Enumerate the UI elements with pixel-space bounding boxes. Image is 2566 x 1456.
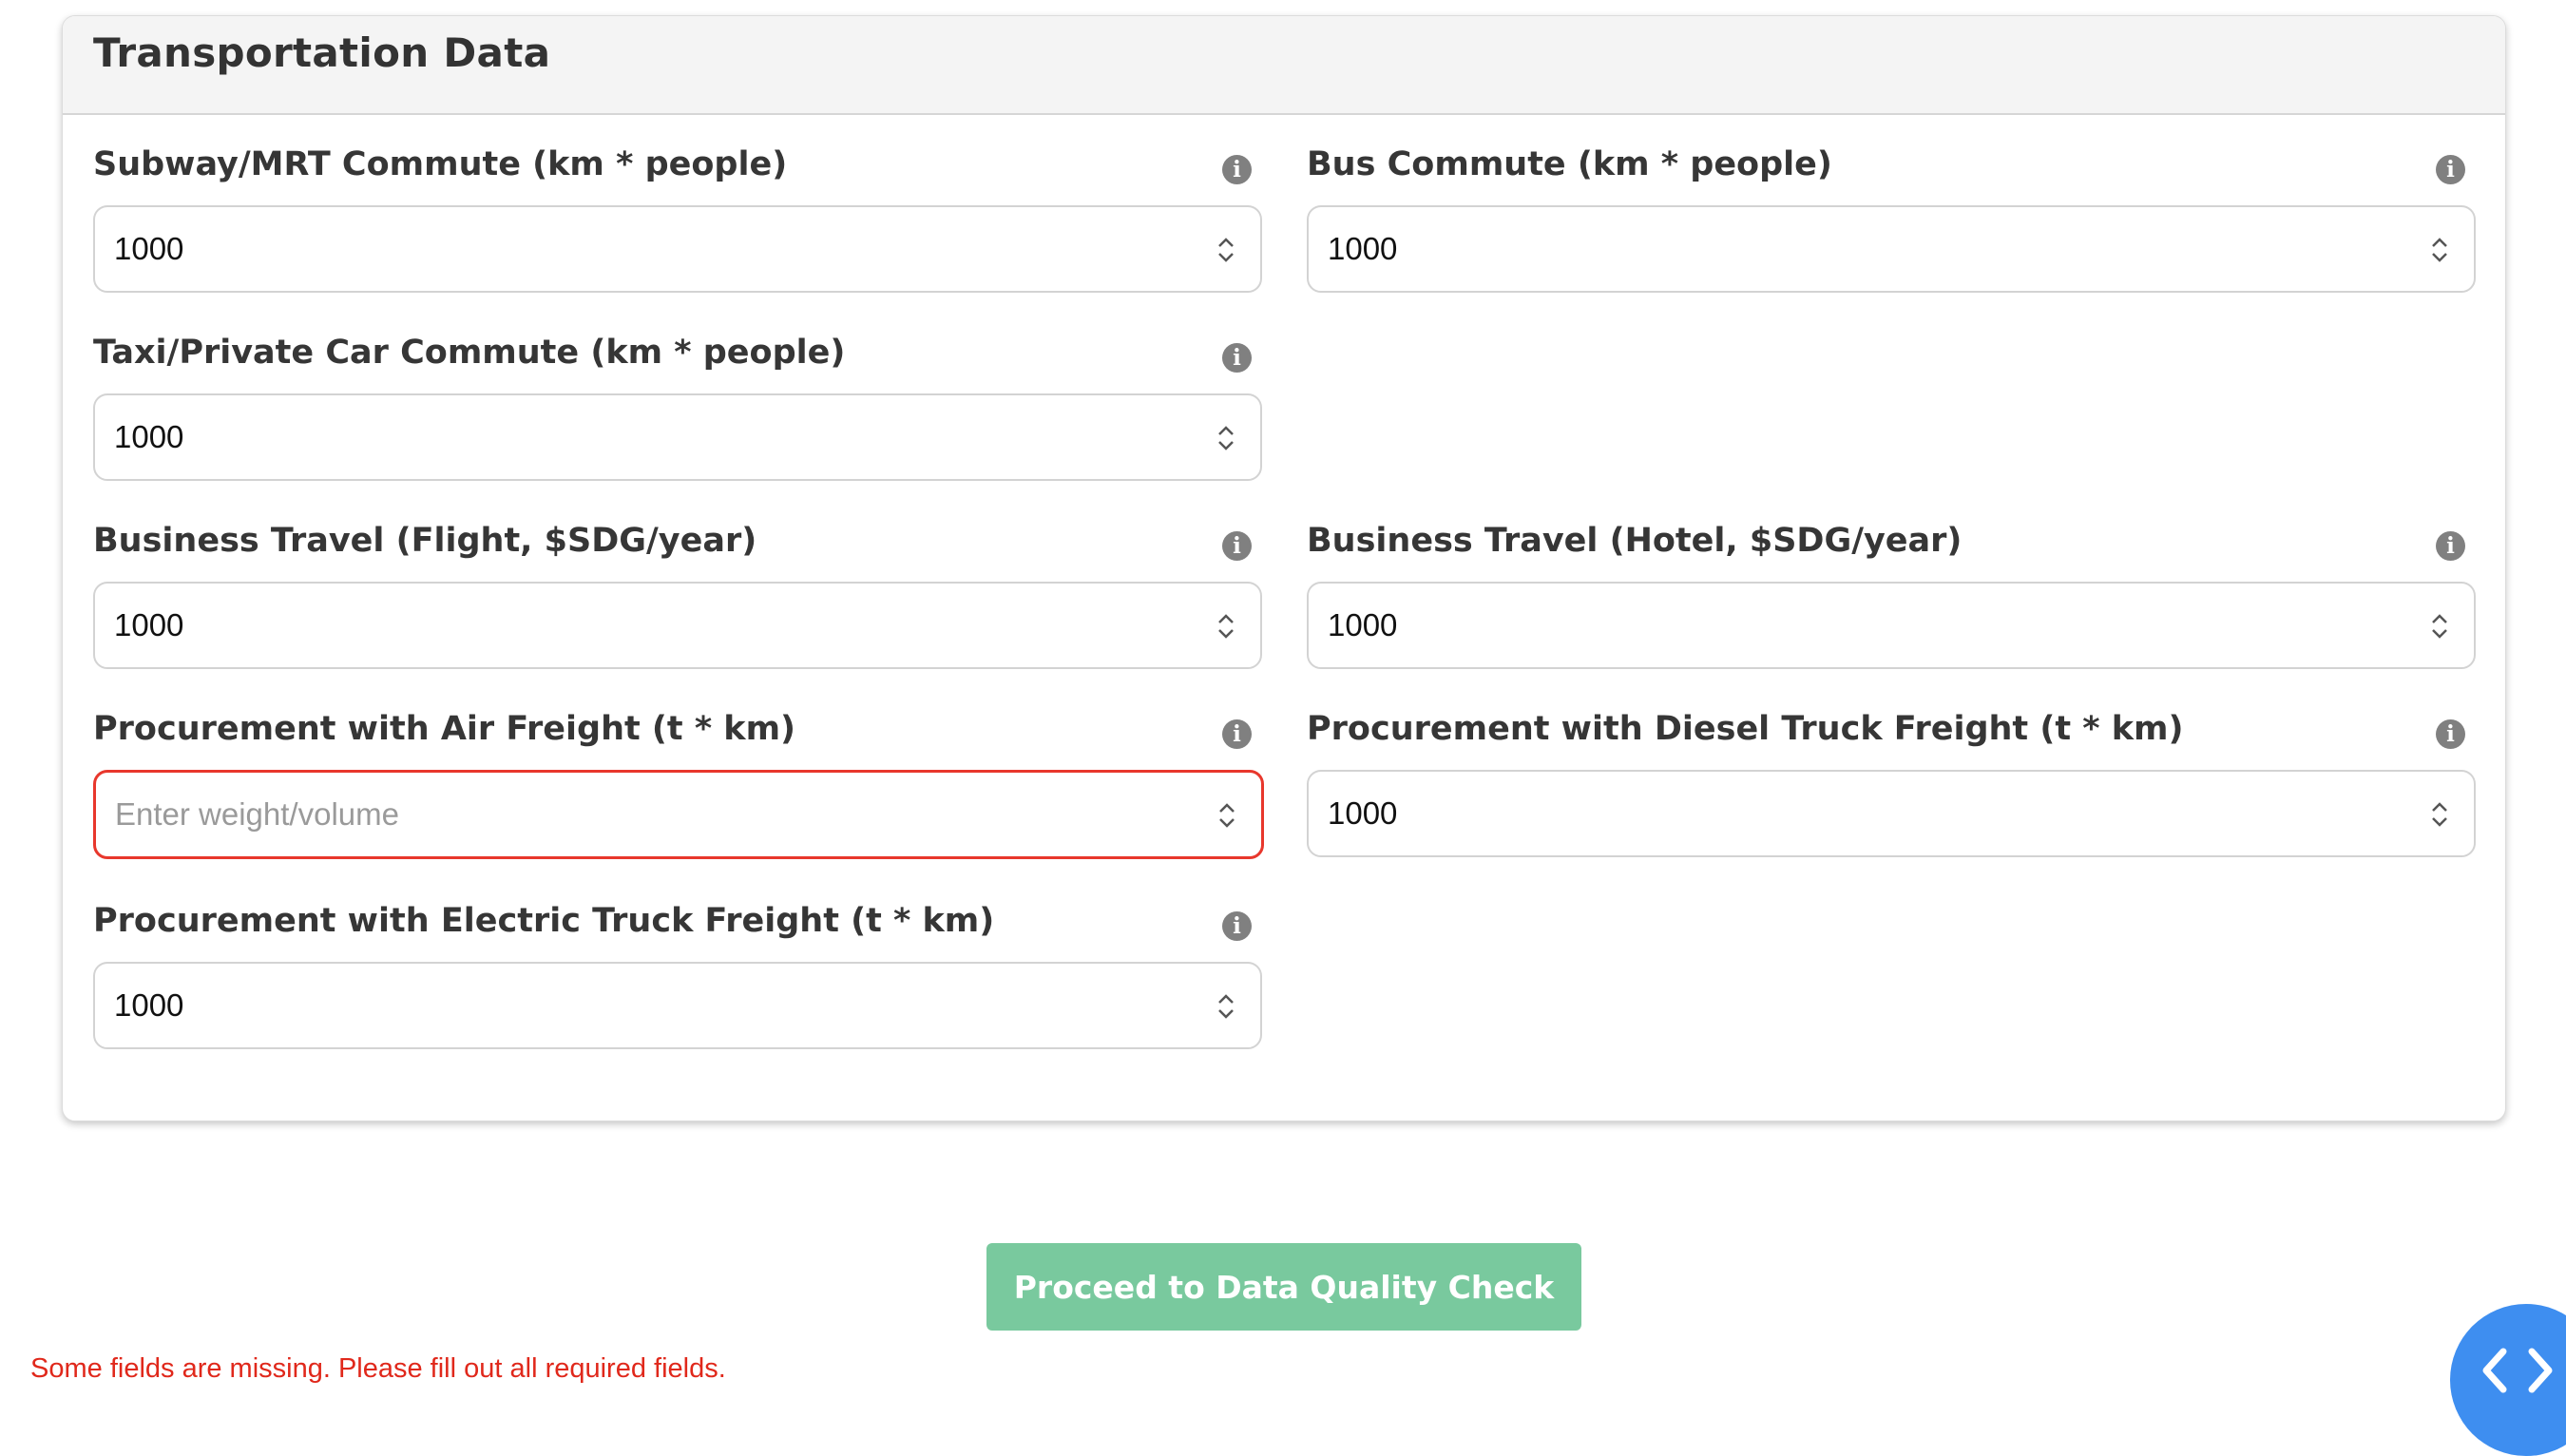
input-box [93, 582, 1262, 669]
stepper-arrows-icon[interactable] [1216, 800, 1238, 831]
field-label: Business Travel (Flight, $SDG/year) [93, 522, 757, 560]
field-label: Subway/MRT Commute (km * people) [93, 145, 788, 183]
proceed-to-data-quality-check-button[interactable]: Proceed to Data Quality Check [986, 1243, 1581, 1331]
stepper-arrows-icon[interactable] [2428, 235, 2451, 265]
card-title: Transportation Data [93, 29, 551, 76]
info-icon[interactable]: i [1222, 911, 1252, 941]
info-icon[interactable]: i [2436, 531, 2465, 561]
info-icon[interactable]: i [1222, 719, 1252, 749]
input-box [93, 205, 1262, 293]
info-icon[interactable]: i [1222, 155, 1252, 184]
input-box-error [93, 770, 1264, 859]
field-label: Procurement with Air Freight (t * km) [93, 710, 796, 748]
business-travel-hotel-input[interactable] [1328, 584, 2392, 667]
bus-commute-input[interactable] [1328, 207, 2392, 291]
air-freight-input[interactable] [115, 773, 1179, 856]
field-label: Business Travel (Hotel, $SDG/year) [1307, 522, 1963, 560]
input-box [1307, 582, 2476, 669]
diesel-freight-input[interactable] [1328, 772, 2392, 855]
input-box [1307, 205, 2476, 293]
stepper-arrows-icon[interactable] [2428, 799, 2451, 830]
input-box [1307, 770, 2476, 857]
input-box [93, 962, 1262, 1049]
taxi-commute-input[interactable] [114, 395, 1178, 479]
stepper-arrows-icon[interactable] [2428, 611, 2451, 642]
info-icon[interactable]: i [2436, 155, 2465, 184]
business-travel-flight-input[interactable] [114, 584, 1178, 667]
info-icon[interactable]: i [1222, 343, 1252, 373]
field-label: Bus Commute (km * people) [1307, 145, 1832, 183]
input-box [93, 393, 1262, 481]
code-brackets-icon [2482, 1348, 2553, 1393]
stepper-arrows-icon[interactable] [1215, 423, 1237, 453]
info-icon[interactable]: i [1222, 531, 1252, 561]
field-label: Procurement with Diesel Truck Freight (t… [1307, 710, 2184, 748]
validation-error-message: Some fields are missing. Please fill out… [30, 1353, 726, 1384]
info-icon[interactable]: i [2436, 719, 2465, 749]
field-label: Procurement with Electric Truck Freight … [93, 902, 995, 940]
electric-freight-input[interactable] [114, 964, 1178, 1047]
stepper-arrows-icon[interactable] [1215, 991, 1237, 1022]
stepper-arrows-icon[interactable] [1215, 611, 1237, 642]
card-header: Transportation Data [63, 16, 2505, 115]
code-nav-button[interactable] [2450, 1304, 2566, 1456]
field-label: Taxi/Private Car Commute (km * people) [93, 334, 846, 372]
transportation-data-card: Transportation Data Subway/MRT Commute (… [62, 15, 2506, 1121]
subway-commute-input[interactable] [114, 207, 1178, 291]
stepper-arrows-icon[interactable] [1215, 235, 1237, 265]
